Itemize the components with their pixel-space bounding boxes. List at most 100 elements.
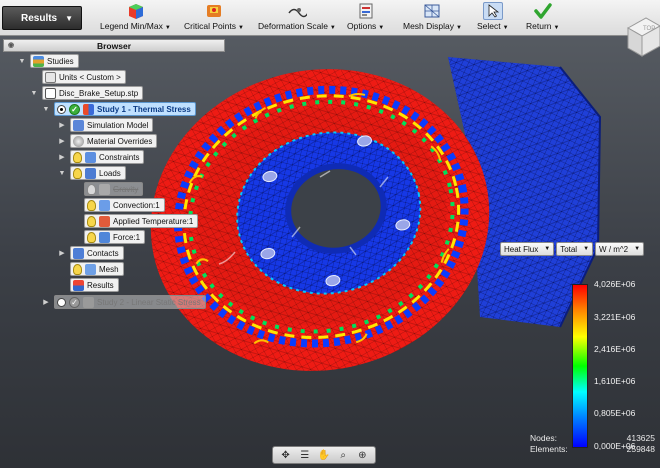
loads-icon <box>85 167 96 179</box>
convection-icon <box>99 199 110 211</box>
contacts-icon <box>73 247 84 259</box>
tree-label: Studies <box>47 56 74 66</box>
nodes-value: 413625 <box>626 433 655 443</box>
tree-label: Results <box>87 280 114 290</box>
expand-icon[interactable]: ▶ <box>58 121 66 129</box>
tree-label: Material Overrides <box>87 136 153 146</box>
tree-node-study-1[interactable]: ▼ ✓ Study 1 - Thermal Stress <box>42 102 196 116</box>
tree-node-contacts[interactable]: ▶ Contacts <box>58 246 124 260</box>
expand-icon[interactable]: ▶ <box>58 153 66 161</box>
result-selector: Heat Flux ▼ Total ▼ W / m^2 ▼ <box>500 242 645 256</box>
lightbulb-off-icon[interactable] <box>87 183 96 195</box>
temperature-icon <box>99 215 110 227</box>
legend-minmax-button[interactable]: Legend Min/Max ▼ <box>100 2 171 34</box>
tree-node-file[interactable]: ▼ Disc_Brake_Setup.stp <box>30 86 144 100</box>
expand-icon[interactable]: ▶ <box>58 137 66 145</box>
elements-label: Elements: <box>530 444 568 454</box>
tree-label: Loads <box>99 168 121 178</box>
lightbulb-icon[interactable] <box>87 215 96 227</box>
unit-dropdown[interactable]: W / m^2 ▼ <box>595 242 645 256</box>
tree-node-loads[interactable]: ▼ Loads <box>58 166 126 180</box>
chevron-down-icon: ▼ <box>583 246 590 252</box>
component-value: Total <box>560 244 578 254</box>
legend-label: 1,610E+06 <box>594 376 636 386</box>
deformation-scale-icon <box>287 2 307 20</box>
legend-minmax-icon <box>125 2 145 20</box>
tree-node-studies[interactable]: ▼ Studies <box>18 54 79 68</box>
mesh-icon <box>85 263 96 275</box>
viewcube[interactable]: TOP <box>620 10 660 60</box>
options-label: Options <box>347 21 377 31</box>
collapse-icon[interactable]: ▼ <box>42 106 50 113</box>
lightbulb-icon[interactable] <box>73 263 82 275</box>
study-radio[interactable] <box>57 297 66 307</box>
chevron-down-icon: ▼ <box>544 246 551 252</box>
legend-label: 2,416E+06 <box>594 344 636 354</box>
simulation-model-icon <box>73 119 84 131</box>
collapse-icon[interactable]: ▼ <box>30 90 38 97</box>
critical-points-button[interactable]: Critical Points ▼ <box>184 2 244 34</box>
return-button[interactable]: Return ▼ <box>526 2 559 34</box>
tree-node-convection[interactable]: Convection:1 <box>84 198 165 212</box>
gravity-icon <box>99 183 110 195</box>
select-label: Select <box>477 21 501 31</box>
browser-panel-header: ◉ Browser <box>3 39 225 52</box>
results-menu-button[interactable]: Results ▼ <box>2 6 82 30</box>
options-button[interactable]: Options ▼ <box>347 2 384 34</box>
component-dropdown[interactable]: Total ▼ <box>556 242 594 256</box>
expand-icon[interactable]: ▶ <box>58 249 66 257</box>
deformation-scale-button[interactable]: Deformation Scale ▼ <box>258 2 336 34</box>
pan-icon[interactable]: ☰ <box>298 448 312 462</box>
tree-node-constraints[interactable]: ▶ Constraints <box>58 150 145 164</box>
tree-node-study-2[interactable]: ▶ ✓ Study 2 - Linear Static Stress <box>42 295 206 309</box>
select-button[interactable]: Select ▼ <box>477 2 509 34</box>
lightbulb-icon[interactable] <box>73 167 82 179</box>
constraint-icon <box>85 151 96 163</box>
browser-title: Browser <box>96 40 131 51</box>
legend-label-max: 4,026E+06 <box>594 279 636 289</box>
tree-node-applied-temperature[interactable]: Applied Temperature:1 <box>84 214 199 228</box>
tree-node-simulation-model[interactable]: ▶ Simulation Model <box>58 118 154 132</box>
zoom-window-icon[interactable]: ⊕ <box>355 448 369 462</box>
options-icon <box>356 2 376 20</box>
lightbulb-icon[interactable] <box>87 199 96 211</box>
results-menu-label: Results <box>21 12 58 24</box>
select-cursor-icon <box>482 2 503 20</box>
quantity-value: Heat Flux <box>504 244 539 254</box>
tree-node-results[interactable]: Results <box>70 278 119 292</box>
tree-label: Study 2 - Linear Static Stress <box>97 297 201 307</box>
chevron-down-icon: ▼ <box>65 14 73 23</box>
viewcube-top-label: TOP <box>643 26 655 32</box>
return-checkmark-icon <box>533 2 553 20</box>
tree-label: Mesh <box>99 264 119 274</box>
steering-wheel-icon[interactable]: ✥ <box>279 448 293 462</box>
unit-value: W / m^2 <box>599 244 629 254</box>
quantity-dropdown[interactable]: Heat Flux ▼ <box>500 242 555 256</box>
zoom-icon[interactable]: ⌕ <box>336 448 350 462</box>
tree-node-material-overrides[interactable]: ▶ Material Overrides <box>58 134 158 148</box>
tree-node-units[interactable]: Units < Custom > <box>42 70 126 84</box>
mesh-statistics: Nodes: 413625 Elements: 259848 <box>530 433 655 455</box>
expand-icon[interactable]: ▶ <box>42 298 50 306</box>
mesh-display-label: Mesh Display <box>403 21 455 31</box>
lightbulb-icon[interactable] <box>87 231 96 243</box>
collapse-icon[interactable]: ▼ <box>58 170 66 177</box>
elements-value: 259848 <box>626 444 655 454</box>
legend-minmax-label: Legend Min/Max <box>100 21 163 31</box>
pin-icon[interactable]: ◉ <box>8 41 14 49</box>
results-icon <box>73 279 84 291</box>
tree-node-force[interactable]: Force:1 <box>84 230 146 244</box>
nodes-label: Nodes: <box>530 433 557 443</box>
tree-label: Study 1 - Thermal Stress <box>97 104 191 114</box>
tree-node-mesh[interactable]: Mesh <box>70 262 124 276</box>
studies-icon <box>33 55 44 67</box>
mesh-display-button[interactable]: Mesh Display ▼ <box>403 2 462 34</box>
hand-pan-icon[interactable]: ✋ <box>317 448 331 462</box>
lightbulb-icon[interactable] <box>73 151 82 163</box>
tree-node-gravity[interactable]: Gravity <box>84 182 144 196</box>
collapse-icon[interactable]: ▼ <box>18 58 26 65</box>
tree-label: Units < Custom > <box>59 72 121 82</box>
tree-label: Disc_Brake_Setup.stp <box>59 88 139 98</box>
mesh-display-icon <box>422 2 442 20</box>
active-study-radio[interactable] <box>57 104 66 114</box>
